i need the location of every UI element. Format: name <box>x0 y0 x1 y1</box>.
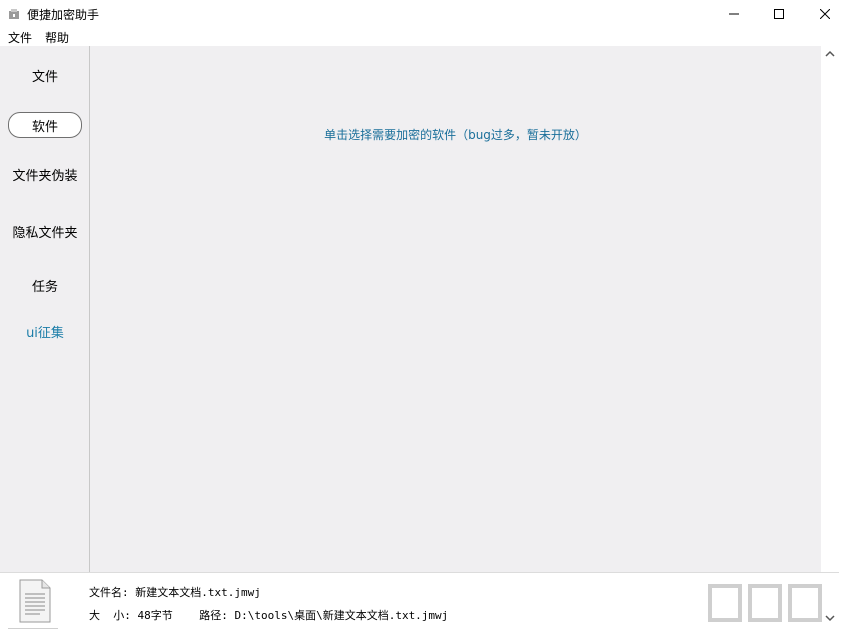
watermark-logo <box>708 584 822 622</box>
file-size-path-label: 大 小: 48字节 路径: D:\tools\桌面\新建文本文档.txt.jmw… <box>89 609 449 622</box>
file-name-label: 文件名: 新建文本文档.txt.jmwj <box>89 586 261 599</box>
menu-file[interactable]: 文件 <box>8 29 32 46</box>
window-edge <box>839 46 849 635</box>
menu-bar: 文件 帮助 <box>0 28 849 46</box>
app-window: 便捷加密助手 文件 帮助 文件 软件 文件夹伪装 隐私文件夹 任务 ui征集 单… <box>0 0 849 636</box>
sidebar-item-software[interactable]: 软件 <box>8 112 82 138</box>
sidebar-item-folder-disguise[interactable]: 文件夹伪装 <box>8 161 82 187</box>
title-bar: 便捷加密助手 <box>0 0 849 28</box>
minimize-icon <box>729 13 739 15</box>
sidebar-item-private-folder[interactable]: 隐私文件夹 <box>8 218 82 244</box>
text-file-icon <box>19 579 51 623</box>
sidebar-item-tasks[interactable]: 任务 <box>8 272 82 298</box>
scroll-up-icon[interactable] <box>825 48 835 60</box>
file-icon-divider <box>8 628 58 629</box>
close-icon <box>820 9 830 19</box>
maximize-button[interactable] <box>756 0 802 28</box>
sidebar-item-ui-collection[interactable]: ui征集 <box>8 318 82 344</box>
minimize-button[interactable] <box>711 0 757 28</box>
close-button[interactable] <box>802 0 848 28</box>
main-content[interactable]: 单击选择需要加密的软件（bug过多，暂未开放） <box>90 46 821 572</box>
window-title: 便捷加密助手 <box>27 8 100 22</box>
menu-help[interactable]: 帮助 <box>45 29 69 46</box>
vertical-scrollbar[interactable] <box>821 46 839 572</box>
sidebar: 文件 软件 文件夹伪装 隐私文件夹 任务 ui征集 <box>0 46 89 572</box>
app-icon <box>9 9 19 19</box>
select-software-message[interactable]: 单击选择需要加密的软件（bug过多，暂未开放） <box>90 126 821 143</box>
maximize-icon <box>774 9 784 19</box>
sidebar-item-file[interactable]: 文件 <box>8 62 82 88</box>
scroll-down-icon[interactable] <box>825 612 835 624</box>
